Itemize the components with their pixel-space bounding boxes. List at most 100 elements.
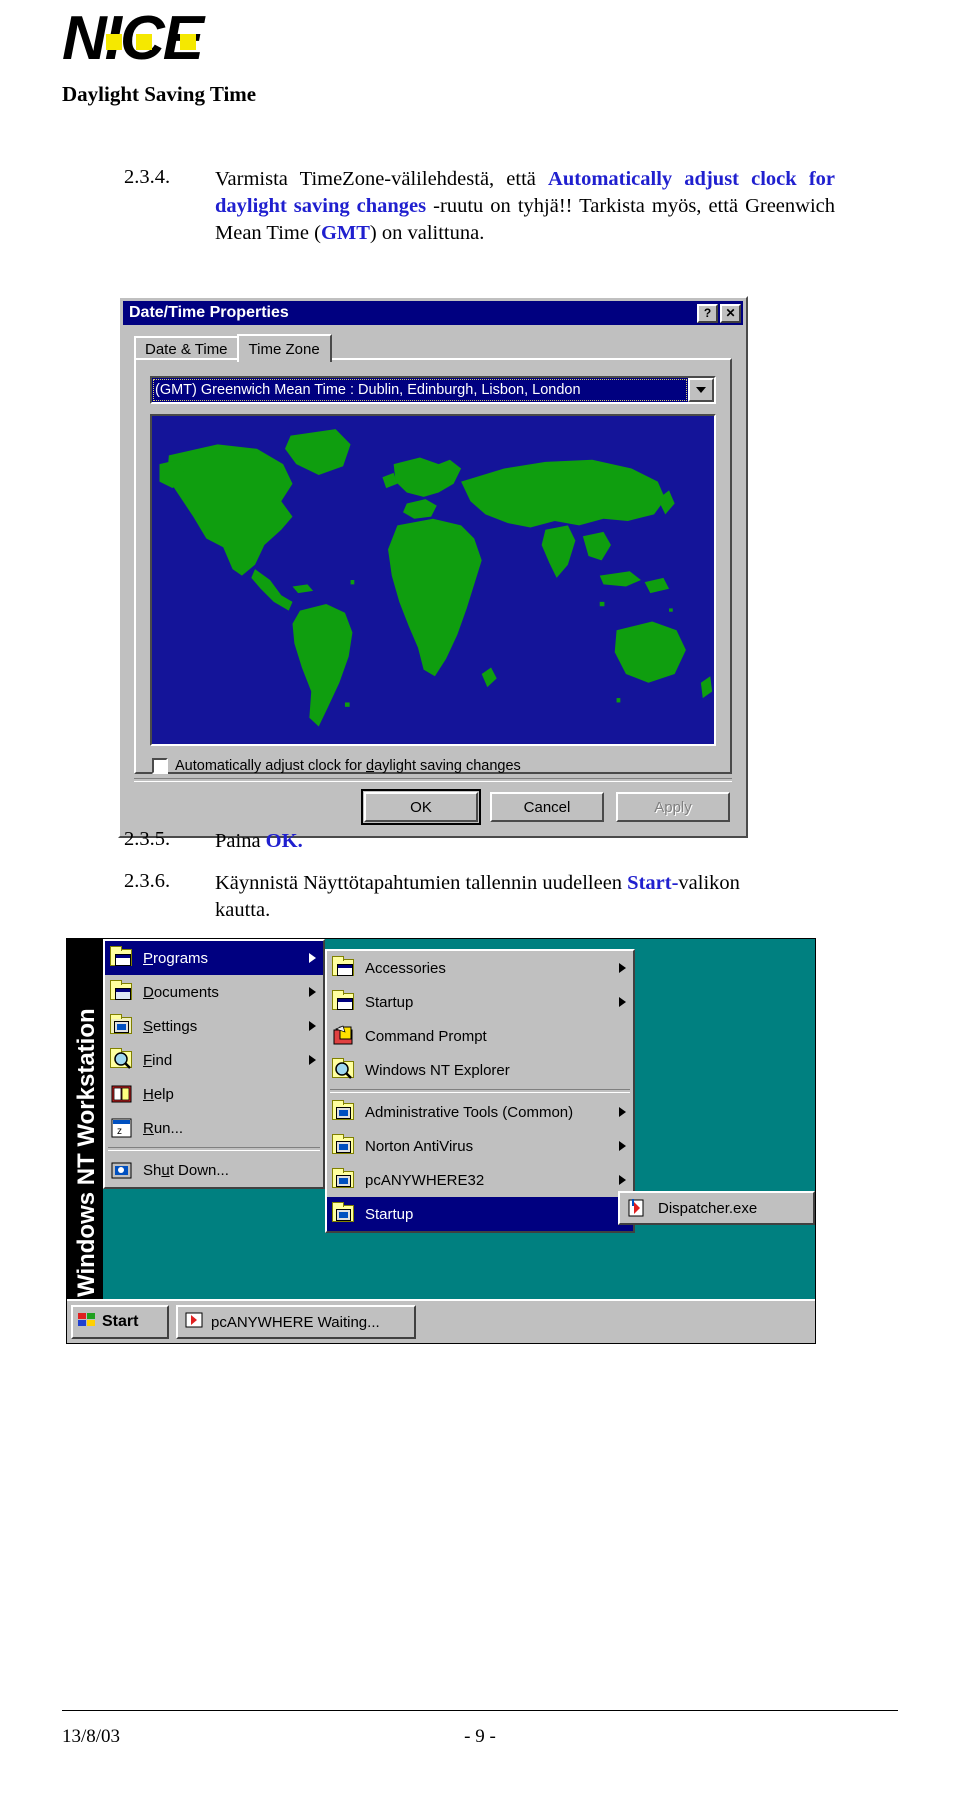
checkbox-label-accel: d — [366, 758, 375, 774]
start-menu-banner-label: Windows NT Workstation — [73, 1008, 100, 1297]
find-magnifier-icon — [109, 1048, 135, 1072]
start-menu-banner: Windows NT Workstation — [67, 939, 103, 1299]
chevron-right-icon — [309, 1055, 316, 1065]
step-236-start: Start- — [627, 872, 679, 894]
step-text-234: Varmista TimeZone-välilehdestä, että Aut… — [215, 166, 835, 247]
daylight-saving-checkbox-row[interactable]: Automatically adjust clock for daylight … — [152, 758, 521, 774]
nice-logo: NICE — [62, 8, 232, 70]
menu-item-programs[interactable]: Programs — [105, 941, 323, 975]
menu-item-windows-nt-explorer-label: Windows NT Explorer — [365, 1061, 510, 1079]
start-button-label: Start — [102, 1313, 139, 1330]
menu-item-find-label: Find — [143, 1051, 173, 1069]
chevron-right-icon — [619, 997, 626, 1007]
dialog-tabstrip: Date & Time Time Zone — [134, 334, 332, 362]
explorer-icon — [331, 1058, 357, 1082]
run-icon: z — [109, 1116, 135, 1140]
cancel-button[interactable]: Cancel — [490, 792, 604, 822]
menu-item-help[interactable]: Help — [105, 1077, 323, 1111]
menu-item-settings-label: Settings — [143, 1017, 198, 1035]
svg-text:z: z — [117, 1126, 122, 1137]
world-map-svg — [152, 416, 714, 744]
tab-time-zone[interactable]: Time Zone — [236, 334, 332, 362]
page-header: NICE Daylight Saving Time — [0, 0, 960, 130]
menu-item-command-prompt[interactable]: Command Prompt — [327, 1019, 633, 1053]
help-icon[interactable]: ? — [697, 303, 718, 323]
tab-date-and-time[interactable]: Date & Time — [134, 336, 239, 360]
dialog-title: Date/Time Properties — [129, 304, 289, 321]
menu-item-startup-selected[interactable]: Startup — [327, 1197, 633, 1231]
start-menu-divider — [330, 1089, 630, 1093]
menu-item-pcanywhere32[interactable]: pcANYWHERE32 — [327, 1163, 633, 1197]
menu-item-accessories[interactable]: Accessories — [327, 951, 633, 985]
ok-button[interactable]: OK — [361, 789, 481, 825]
start-button[interactable]: Start — [71, 1305, 169, 1339]
menu-item-norton-antivirus-label: Norton AntiVirus — [365, 1137, 474, 1155]
apply-button[interactable]: Apply — [616, 792, 730, 822]
menu-item-settings[interactable]: Settings — [105, 1009, 323, 1043]
menu-item-programs-label: Programs — [143, 949, 209, 967]
menu-item-run[interactable]: z Run... — [105, 1111, 323, 1145]
folder-program-icon — [331, 956, 357, 980]
footer-divider — [62, 1710, 898, 1711]
start-menu-screenshot: Windows NT Workstation Programs Document… — [66, 938, 816, 1344]
dialog-titlebar[interactable]: Date/Time Properties ? ✕ — [123, 301, 743, 325]
folder-admin-icon — [331, 1134, 357, 1158]
menu-item-documents-label: Documents — [143, 983, 219, 1001]
daylight-saving-checkbox-label: Automatically adjust clock for daylight … — [175, 758, 521, 774]
timezone-selected-value[interactable]: (GMT) Greenwich Mean Time : Dublin, Edin… — [152, 378, 688, 402]
settings-gear-icon — [109, 1014, 135, 1038]
checkbox-label-pre: Automatically adjust clock for — [175, 758, 366, 774]
programs-folder-icon — [109, 946, 135, 970]
menu-item-startup-selected-label: Startup — [365, 1205, 414, 1223]
start-menu-level2-programs: Accessories Startup Command Prompt Windo… — [325, 949, 635, 1233]
menu-item-windows-nt-explorer[interactable]: Windows NT Explorer — [327, 1053, 633, 1087]
menu-item-dispatcher-exe[interactable]: Dispatcher.exe — [620, 1193, 761, 1223]
chevron-right-icon — [309, 987, 316, 997]
timezone-combobox[interactable]: (GMT) Greenwich Mean Time : Dublin, Edin… — [150, 376, 716, 404]
folder-admin-icon — [331, 1100, 357, 1124]
dialog-button-row: OK Cancel Apply — [361, 789, 730, 825]
folder-program-icon — [331, 990, 357, 1014]
menu-item-startup-top[interactable]: Startup — [327, 985, 633, 1019]
chevron-right-icon — [619, 1141, 626, 1151]
folder-admin-icon — [331, 1168, 357, 1192]
step-234-gmt: GMT — [320, 222, 370, 244]
start-menu-level1: Programs Documents Settings Find Help z … — [103, 939, 325, 1189]
taskbar-item-pcanywhere[interactable]: pcANYWHERE Waiting... — [176, 1305, 416, 1339]
step-number-236: 2.3.6. — [124, 870, 171, 892]
logo-dot-icon — [136, 34, 152, 50]
menu-item-run-label: Run... — [143, 1119, 184, 1137]
command-prompt-icon — [331, 1024, 357, 1048]
daylight-saving-checkbox[interactable] — [152, 758, 168, 774]
menu-item-shut-down-label: Shut Down... — [143, 1161, 229, 1179]
chevron-right-icon — [619, 963, 626, 973]
chevron-right-icon — [309, 1021, 316, 1031]
chevron-right-icon — [619, 1107, 626, 1117]
menu-item-startup-top-label: Startup — [365, 993, 414, 1011]
tab-time-zone-label: Time Zone — [248, 340, 320, 358]
titlebar-buttons: ? ✕ — [697, 303, 743, 323]
chevron-right-icon — [619, 1175, 626, 1185]
chevron-down-icon[interactable] — [688, 378, 714, 402]
close-icon[interactable]: ✕ — [720, 303, 741, 323]
tab-date-and-time-label: Date & Time — [145, 340, 228, 358]
menu-item-pcanywhere32-label: pcANYWHERE32 — [365, 1171, 485, 1189]
taskbar: Start pcANYWHERE Waiting... — [67, 1299, 815, 1343]
menu-item-help-label: Help — [143, 1085, 174, 1103]
menu-item-shut-down[interactable]: Shut Down... — [105, 1153, 323, 1187]
step-235-part-a: Paina — [215, 830, 266, 852]
menu-item-administrative-tools[interactable]: Administrative Tools (Common) — [327, 1095, 633, 1129]
checkbox-label-post: aylight saving changes — [374, 758, 521, 774]
folder-admin-icon — [331, 1202, 357, 1226]
footer-page-number: - 9 - — [464, 1726, 496, 1747]
chevron-down-glyph — [696, 387, 706, 393]
exe-icon — [624, 1196, 650, 1220]
document-header-title: Daylight Saving Time — [62, 82, 257, 106]
menu-item-norton-antivirus[interactable]: Norton AntiVirus — [327, 1129, 633, 1163]
step-235-ok: OK. — [265, 830, 303, 852]
step-number-235: 2.3.5. — [124, 828, 171, 850]
time-zone-tab-page: (GMT) Greenwich Mean Time : Dublin, Edin… — [134, 358, 732, 774]
menu-item-find[interactable]: Find — [105, 1043, 323, 1077]
step-number-234: 2.3.4. — [124, 166, 171, 188]
menu-item-documents[interactable]: Documents — [105, 975, 323, 1009]
